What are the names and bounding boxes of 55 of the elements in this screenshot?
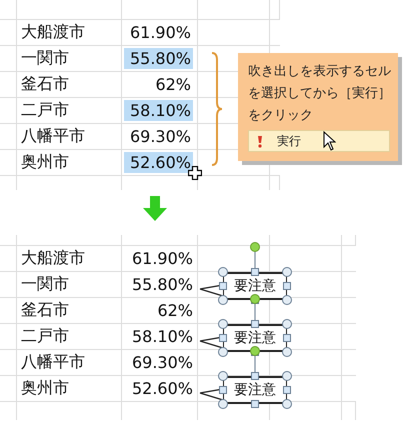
selection-handles[interactable] bbox=[218, 294, 292, 357]
empty-cell bbox=[0, 350, 17, 376]
table-cell: 二戸市 bbox=[17, 98, 122, 124]
empty-cell bbox=[198, 0, 270, 20]
table-cell: 大船渡市 bbox=[17, 246, 122, 272]
empty-cell bbox=[342, 235, 356, 246]
table-cell: 八幡平市 bbox=[17, 124, 122, 150]
callout-pointer bbox=[199, 336, 224, 349]
selection-handles[interactable] bbox=[218, 242, 292, 305]
table-cell[interactable]: 69.30% bbox=[124, 126, 193, 147]
empty-cell bbox=[0, 72, 17, 98]
table-cell: 61.90% bbox=[122, 246, 198, 272]
table-cell: 八幡平市 bbox=[17, 350, 122, 376]
selected-cell[interactable]: 55.80% bbox=[124, 48, 193, 69]
table-cell: 奥州市 bbox=[17, 376, 122, 402]
callout-pointer bbox=[199, 388, 224, 401]
empty-cell bbox=[270, 235, 342, 246]
table-cell: 52.60% bbox=[122, 376, 198, 402]
empty-cell bbox=[0, 98, 17, 124]
table-cell: 一関市 bbox=[17, 46, 122, 72]
table-cell: 奥州市 bbox=[17, 150, 122, 176]
table-cell: 69.30% bbox=[122, 350, 198, 376]
empty-cell bbox=[0, 246, 17, 272]
empty-cell bbox=[0, 376, 17, 402]
run-button[interactable]: 実行 bbox=[248, 130, 390, 152]
selection-handles[interactable] bbox=[218, 346, 292, 409]
empty-cell bbox=[0, 0, 17, 20]
empty-cell bbox=[0, 298, 17, 324]
down-arrow-icon bbox=[143, 196, 167, 221]
empty-cell bbox=[270, 0, 280, 20]
table-cell: 62% bbox=[122, 298, 198, 324]
table-cell[interactable]: 62% bbox=[149, 74, 193, 95]
table-cell: 釜石市 bbox=[17, 72, 122, 98]
exclamation-icon bbox=[257, 134, 263, 148]
instruction-text: 吹き出しを表示するセルを選択してから［実行］をクリック bbox=[248, 63, 392, 125]
table-cell: 大船渡市 bbox=[17, 20, 122, 46]
empty-cell bbox=[0, 272, 17, 298]
brace-icon bbox=[210, 52, 224, 166]
table-cell: 釜石市 bbox=[17, 298, 122, 324]
empty-cell bbox=[0, 46, 17, 72]
table-cell: 二戸市 bbox=[17, 324, 122, 350]
callout-pointer bbox=[199, 284, 224, 297]
table-cell: 55.80% bbox=[122, 272, 198, 298]
plus-cursor-icon bbox=[188, 166, 202, 180]
table-cell[interactable]: 61.90% bbox=[124, 22, 193, 43]
selected-cell[interactable]: 58.10% bbox=[124, 100, 193, 121]
empty-cell bbox=[0, 235, 17, 246]
empty-cell bbox=[0, 324, 17, 350]
selected-cell[interactable]: 52.60% bbox=[124, 152, 193, 173]
empty-cell bbox=[0, 124, 17, 150]
mouse-cursor-icon bbox=[323, 131, 336, 151]
table-cell: 58.10% bbox=[122, 324, 198, 350]
empty-cell bbox=[0, 20, 17, 46]
empty-cell bbox=[0, 150, 17, 176]
table-cell: 一関市 bbox=[17, 272, 122, 298]
